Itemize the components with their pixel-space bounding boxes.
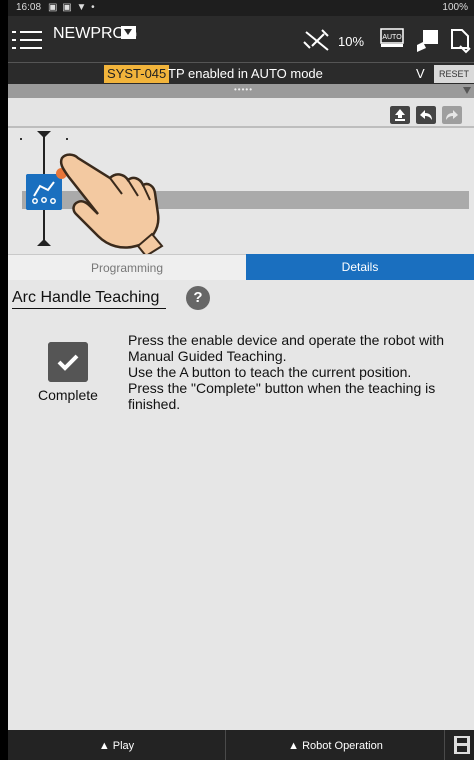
- instruction-line: Press the enable device and operate the …: [128, 332, 444, 348]
- collapse-triangle-icon[interactable]: [463, 87, 471, 94]
- details-panel: Arc Handle Teaching ? Complete Press the…: [8, 280, 474, 730]
- bottom-bar: ▲ Play ▲ Robot Operation: [8, 730, 474, 760]
- tree-dot: [20, 138, 22, 140]
- tree-start-marker: [37, 131, 51, 138]
- save-icon[interactable]: [454, 736, 470, 754]
- complete-button[interactable]: [48, 342, 88, 382]
- panel-grip-bar[interactable]: •••••: [8, 84, 474, 98]
- teaching-instructions: Press the enable device and operate the …: [128, 332, 468, 412]
- top-bar: NEWPROG 10% AUTO: [8, 16, 474, 62]
- pointing-hand-icon: [59, 153, 164, 256]
- notification-icons: ▣ ▣ ▼ •: [48, 2, 96, 13]
- undo-icon[interactable]: [416, 106, 436, 124]
- grip-dots: •••••: [234, 85, 254, 94]
- svg-text:AUTO: AUTO: [382, 34, 402, 41]
- play-button[interactable]: ▲ Play: [8, 730, 226, 760]
- tree-end-marker: [37, 239, 51, 246]
- edit-toolbar: [8, 98, 474, 128]
- instruction-line: Use the A button to teach the current po…: [128, 364, 412, 380]
- program-dropdown-icon[interactable]: [121, 26, 136, 39]
- speed-override-icon[interactable]: [302, 28, 332, 52]
- help-icon[interactable]: ?: [186, 286, 210, 310]
- auto-mode-icon: AUTO: [380, 28, 404, 47]
- redo-icon[interactable]: [442, 106, 462, 124]
- speed-value[interactable]: 10%: [338, 34, 364, 49]
- page-icon[interactable]: [448, 28, 472, 54]
- alarm-bar[interactable]: SYST-045 TP enabled in AUTO mode V RESET: [8, 62, 474, 84]
- instruction-line: Press the "Complete" button when the tea…: [128, 380, 436, 396]
- robot-operation-button[interactable]: ▲ Robot Operation: [227, 730, 445, 760]
- clock: 16:08: [16, 2, 42, 13]
- alarm-message: TP enabled in AUTO mode: [168, 66, 323, 81]
- reset-button[interactable]: RESET: [434, 65, 474, 83]
- teach-pendant-icon[interactable]: [414, 28, 440, 54]
- program-tree[interactable]: [8, 130, 474, 256]
- instruction-line: Manual Guided Teaching.: [128, 348, 287, 364]
- system-status-bar: 16:08 ▣ ▣ ▼ • 100%: [8, 0, 474, 16]
- battery-level: 100%: [442, 2, 468, 13]
- instruction-line: finished.: [128, 396, 181, 412]
- details-title: Arc Handle Teaching: [12, 289, 167, 309]
- tab-details[interactable]: Details: [246, 254, 474, 280]
- teach-pendant-screen: 16:08 ▣ ▣ ▼ • 100% NEWPROG 10% AUTO SYST…: [8, 0, 474, 760]
- alarm-expand-button[interactable]: V: [416, 66, 425, 81]
- upload-icon[interactable]: [390, 106, 410, 124]
- alarm-code: SYST-045: [104, 65, 170, 83]
- tab-programming[interactable]: Programming: [8, 254, 246, 280]
- menu-icon[interactable]: [12, 26, 44, 54]
- view-tabs: Programming Details: [8, 254, 474, 280]
- complete-label: Complete: [38, 387, 98, 403]
